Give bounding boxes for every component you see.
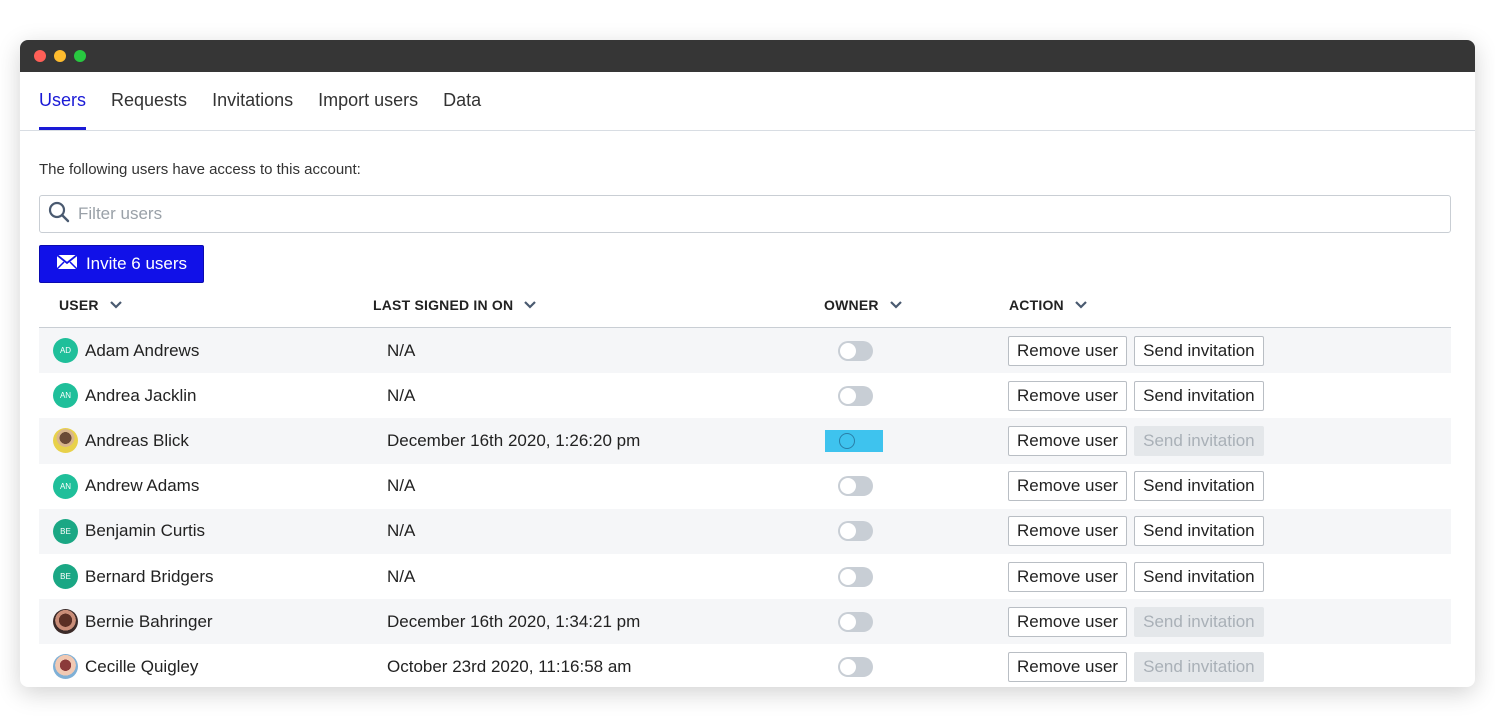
remove-user-button[interactable]: Remove user — [1008, 606, 1128, 637]
table-row: Andreas Blick December 16th 2020, 1:26:2… — [39, 418, 1451, 464]
remove-user-button[interactable]: Remove user — [1008, 425, 1128, 456]
app-window: Users Requests Invitations Import users … — [20, 40, 1475, 687]
remove-user-button[interactable]: Remove user — [1008, 561, 1128, 592]
maximize-window-dot[interactable] — [74, 50, 86, 62]
tab-users[interactable]: Users — [39, 72, 87, 130]
tab-import-users[interactable]: Import users — [318, 72, 418, 130]
user-name: Bernard Bridgers — [85, 566, 214, 586]
chevron-down-icon — [1074, 297, 1088, 313]
column-user-label: USER — [59, 297, 99, 313]
owner-toggle[interactable] — [838, 340, 873, 361]
minimize-window-dot[interactable] — [54, 50, 66, 62]
owner-toggle[interactable] — [838, 656, 873, 677]
tab-data[interactable]: Data — [443, 72, 481, 130]
last-signed-in: October 23rd 2020, 11:16:58 am — [387, 656, 632, 676]
owner-toggle[interactable] — [838, 385, 873, 406]
toggle-knob — [839, 432, 855, 449]
avatar — [53, 428, 78, 454]
avatar: BE — [53, 518, 78, 544]
last-signed-in: N/A — [387, 340, 416, 360]
last-signed-in: December 16th 2020, 1:34:21 pm — [387, 611, 641, 631]
send-invitation-button[interactable]: Send invitation — [1134, 380, 1264, 411]
send-invitation-button[interactable]: Send invitation — [1134, 516, 1264, 547]
owner-toggle[interactable] — [838, 476, 873, 497]
last-signed-in: N/A — [387, 385, 416, 405]
avatar — [53, 654, 78, 680]
user-name: Bernie Bahringer — [85, 611, 213, 631]
chevron-down-icon — [889, 297, 903, 313]
envelope-icon — [56, 253, 78, 275]
owner-toggle[interactable] — [838, 611, 873, 632]
search-icon — [48, 201, 70, 228]
send-invitation-button: Send invitation — [1134, 651, 1264, 682]
user-name: Cecille Quigley — [85, 656, 199, 676]
owner-toggle[interactable] — [825, 429, 883, 452]
avatar: BE — [53, 564, 78, 590]
tab-invitations[interactable]: Invitations — [212, 72, 293, 130]
tab-bar: Users Requests Invitations Import users … — [20, 72, 1475, 131]
avatar — [53, 609, 78, 635]
user-name: Andrea Jacklin — [85, 385, 197, 405]
users-table-body: AD Adam Andrews N/A Remove user Send invit… — [39, 328, 1451, 687]
remove-user-button[interactable]: Remove user — [1008, 516, 1128, 547]
send-invitation-button: Send invitation — [1134, 425, 1264, 456]
last-signed-in: December 16th 2020, 1:26:20 pm — [387, 430, 641, 450]
table-row: Bernie Bahringer December 16th 2020, 1:3… — [39, 599, 1451, 645]
table-row: AD Adam Andrews N/A Remove user Send invit… — [39, 328, 1451, 374]
send-invitation-button[interactable]: Send invitation — [1134, 471, 1264, 502]
last-signed-in: N/A — [387, 521, 416, 541]
remove-user-button[interactable]: Remove user — [1008, 471, 1128, 502]
filter-users-input[interactable] — [78, 204, 1450, 224]
tab-requests[interactable]: Requests — [111, 72, 187, 130]
avatar: AN — [53, 383, 78, 409]
chevron-down-icon — [109, 297, 123, 313]
close-window-dot[interactable] — [34, 50, 46, 62]
column-header-action[interactable]: ACTION — [1009, 297, 1451, 313]
invite-users-button[interactable]: Invite 6 users — [39, 245, 204, 283]
owner-toggle[interactable] — [838, 521, 873, 542]
table-row: BE Benjamin Curtis N/A Remove user Send in… — [39, 508, 1451, 554]
table-row: BE Bernard Bridgers N/A Remove user Send i… — [39, 554, 1451, 599]
users-panel: The following users have access to this … — [20, 161, 1475, 687]
column-owner-label: OWNER — [824, 297, 879, 313]
remove-user-button[interactable]: Remove user — [1008, 335, 1128, 366]
send-invitation-button: Send invitation — [1134, 606, 1264, 637]
remove-user-button[interactable]: Remove user — [1008, 380, 1128, 411]
search-box[interactable] — [39, 195, 1451, 233]
column-header-last-signed-in[interactable]: LAST SIGNED IN ON — [373, 297, 824, 313]
last-signed-in: N/A — [387, 476, 416, 496]
column-header-user[interactable]: USER — [39, 297, 373, 313]
owner-toggle[interactable] — [838, 566, 873, 587]
table-header: USER LAST SIGNED IN ON OWNER ACTION — [39, 283, 1451, 328]
table-row: AN Andrea Jacklin N/A Remove user Send inv… — [39, 373, 1451, 418]
invite-users-label: Invite 6 users — [85, 254, 188, 273]
chevron-down-icon — [523, 297, 537, 313]
user-name: Andrew Adams — [85, 476, 200, 496]
user-name: Benjamin Curtis — [85, 521, 205, 541]
user-name: Adam Andrews — [85, 340, 200, 360]
column-action-label: ACTION — [1009, 297, 1064, 313]
avatar: AD — [53, 338, 78, 364]
table-row: Cecille Quigley October 23rd 2020, 11:16… — [39, 644, 1451, 687]
column-last-signed-in-label: LAST SIGNED IN ON — [373, 297, 514, 313]
column-header-owner[interactable]: OWNER — [824, 297, 1009, 313]
title-bar — [20, 40, 1475, 72]
intro-text: The following users have access to this … — [39, 161, 361, 178]
avatar: AN — [53, 473, 78, 499]
user-name: Andreas Blick — [85, 430, 189, 450]
send-invitation-button[interactable]: Send invitation — [1134, 561, 1264, 592]
table-row: AN Andrew Adams N/A Remove user Send invit… — [39, 464, 1451, 509]
send-invitation-button[interactable]: Send invitation — [1134, 335, 1264, 366]
last-signed-in: N/A — [387, 566, 416, 586]
remove-user-button[interactable]: Remove user — [1008, 651, 1128, 682]
